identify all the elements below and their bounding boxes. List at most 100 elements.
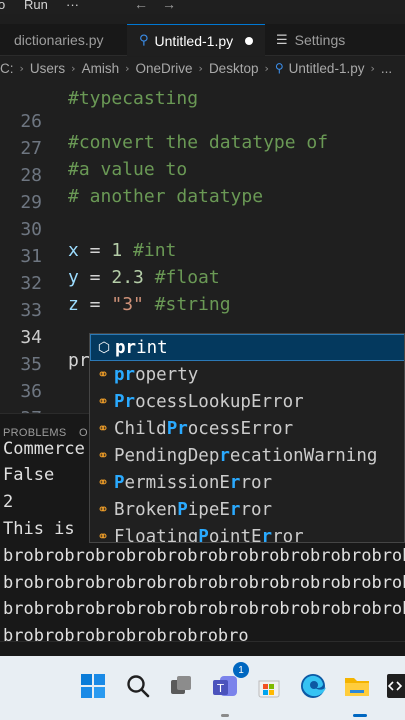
class-icon: ⚭ [97, 501, 109, 518]
code-line: 26 #convert the datatype of [0, 90, 405, 153]
tab-problems[interactable]: PROBLEMS [3, 427, 67, 439]
start-icon[interactable] [77, 670, 109, 702]
suggestion-label: print [115, 338, 168, 358]
tab-output[interactable]: O [79, 427, 88, 439]
breadcrumb-item[interactable]: Amish [82, 61, 120, 76]
class-icon: ⚭ [97, 474, 109, 491]
chevron-right-icon: › [71, 61, 76, 75]
breadcrumb-item[interactable]: C: [0, 61, 14, 76]
suggestion-rest: operty [135, 364, 199, 385]
suggestion-property[interactable]: ⚭ property [90, 361, 404, 388]
suggestion-pendingdeprecationwarning[interactable]: ⚭ PendingDeprecationWarning [90, 442, 404, 469]
menu-more-button[interactable]: ··· [66, 0, 79, 12]
match-highlight: r [219, 445, 230, 466]
chevron-right-icon: › [198, 61, 203, 75]
editor-tab-bar: dictionaries.py ⚲ Untitled-1.py ☰ Settin… [0, 24, 405, 56]
terminal-line: brobrobrobrobrobrobrobro [3, 626, 249, 641]
tab-untitled-1[interactable]: ⚲ Untitled-1.py [127, 24, 265, 56]
code-line: 27 #a value to [0, 117, 405, 180]
suggestion-rest: ror [272, 526, 304, 543]
code-line: 31 y = 2.3 #float [0, 225, 405, 288]
suggestion-permissionerror[interactable]: ⚭ PermissionError [90, 469, 404, 496]
suggestion-rest: ror [240, 499, 273, 520]
menu-bar: o Run ··· ← → [0, 0, 405, 14]
menu-item-partial[interactable]: o [0, 0, 5, 12]
match-highlight: P [198, 526, 209, 543]
match-highlight: P [177, 499, 188, 520]
search-icon[interactable] [122, 670, 154, 702]
suggestion-label: ProcessLookupError [114, 392, 304, 412]
menu-item-run[interactable]: Run [24, 0, 48, 12]
chevron-right-icon: › [19, 61, 24, 75]
suggestion-print[interactable]: ⬡ print [90, 334, 404, 361]
tab-label: dictionaries.py [14, 32, 104, 48]
terminal-line: Commerce [3, 439, 85, 459]
suggestion-rest: ror [240, 472, 273, 493]
class-icon: ⚭ [97, 393, 109, 410]
suggestion-childprocesserror[interactable]: ⚭ ChildProcessError [90, 415, 404, 442]
suggestion-label: BrokenPipeError [114, 500, 272, 520]
suggestion-label: PendingDeprecationWarning [114, 446, 377, 466]
breadcrumb: C: › Users › Amish › OneDrive › Desktop … [0, 57, 405, 79]
edge-icon[interactable] [297, 670, 329, 702]
code-line: 29 [0, 171, 405, 213]
teams-icon[interactable]: T 1 [209, 662, 249, 702]
unsaved-dot-icon[interactable] [245, 36, 254, 45]
store-icon[interactable] [253, 670, 285, 702]
status-bar [0, 641, 405, 656]
code-line: 33 [0, 279, 405, 321]
suggestion-prefix: PendingDep [114, 445, 220, 466]
class-icon: ⚭ [97, 420, 109, 437]
chevron-right-icon: › [125, 61, 130, 75]
tab-settings[interactable]: ☰ Settings [266, 24, 405, 56]
breadcrumb-item[interactable]: ... [381, 61, 392, 76]
class-icon: ⚭ [97, 528, 109, 543]
class-icon: ⚭ [97, 366, 109, 383]
suggestion-label: ChildProcessError [114, 419, 293, 439]
match-highlight: pr [115, 337, 137, 358]
terminal-line: brobrobrobrobrobrobrobrobrobrobrobrobrob… [3, 546, 405, 566]
terminal-line: brobrobrobrobrobrobrobrobrobrobrobrobrob… [3, 599, 405, 619]
code-line-current: 34 pr [0, 306, 405, 371]
breadcrumb-item[interactable]: OneDrive [136, 61, 193, 76]
tab-label: Settings [294, 32, 346, 48]
match-highlight: r [261, 526, 273, 543]
match-highlight: r [229, 472, 241, 493]
breadcrumb-item[interactable]: Desktop [209, 61, 259, 76]
vscode-icon[interactable] [385, 670, 405, 702]
chevron-right-icon: › [264, 61, 269, 75]
suggestion-rest: ecationWarning [229, 445, 378, 466]
breadcrumb-item[interactable]: Users [30, 61, 65, 76]
suggestion-rest: int [136, 337, 168, 358]
suggestion-rest: ocessLookupError [135, 391, 304, 412]
terminal-line: 2 [3, 492, 14, 512]
svg-text:T: T [216, 682, 224, 695]
match-highlight: Pr [114, 391, 136, 412]
python-file-icon: ⚲ [274, 61, 284, 75]
tab-dictionaries[interactable]: dictionaries.py [0, 24, 126, 56]
back-arrow-icon[interactable]: ← [134, 0, 148, 12]
suggestion-prefix: Broken [114, 499, 178, 520]
tab-label: Untitled-1.py [154, 32, 234, 49]
task-view-icon[interactable] [165, 670, 197, 702]
match-highlight: pr [114, 364, 136, 385]
code-line: 28 # another datatype [0, 144, 405, 207]
suggestion-rest: ermissionE [124, 472, 230, 493]
suggestion-floatingpointerror[interactable]: ⚭ FloatingPointError [90, 523, 404, 543]
file-explorer-icon[interactable] [341, 670, 373, 702]
suggestion-processlookuperror[interactable]: ⚭ ProcessLookupError [90, 388, 404, 415]
suggestion-label: PermissionError [114, 473, 272, 493]
notification-badge: 1 [233, 662, 249, 678]
chevron-right-icon: › [370, 61, 375, 75]
breadcrumb-item[interactable]: Untitled-1.py [289, 61, 365, 76]
match-highlight: Pr [166, 418, 188, 439]
autocomplete-suggestions: ⬡ print ⚭ property ⚭ ProcessLookupError ⚭ Ch… [89, 333, 405, 543]
function-icon: ⬡ [97, 339, 111, 356]
forward-arrow-icon[interactable]: → [162, 0, 176, 12]
match-highlight: r [229, 499, 241, 520]
terminal-line: This is [3, 519, 85, 539]
suggestion-brokenpipeerror[interactable]: ⚭ BrokenPipeError [90, 496, 404, 523]
code-line: 30 x = 1 #int [0, 198, 405, 261]
suggestion-prefix: Child [114, 418, 167, 439]
suggestion-label: property [114, 365, 198, 385]
